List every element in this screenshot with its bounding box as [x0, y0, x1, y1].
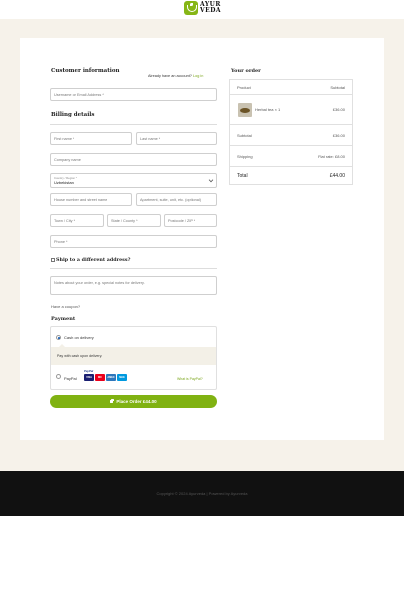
- site-footer: Copyright © 2024 Ayurveda | Powered by A…: [0, 471, 404, 516]
- chevron-down-icon: [208, 177, 214, 183]
- subtotal-col-header: Subtotal: [330, 85, 345, 90]
- ship-different-checkbox[interactable]: [51, 258, 55, 262]
- coupon-link[interactable]: Have a coupon?: [51, 304, 80, 309]
- site-header: AYUR VEDA: [0, 0, 404, 19]
- subtotal-row: Subtotal £36.00: [230, 125, 352, 146]
- paypal-logo: PayPal: [84, 369, 94, 373]
- postcode-field[interactable]: Postcode / ZIP *: [164, 214, 217, 227]
- paypal-radio[interactable]: [56, 374, 61, 379]
- place-order-label: Place Order £44.00: [116, 399, 157, 404]
- amex-icon: AMEX: [106, 374, 116, 381]
- order-item-row: Herbal tea × 1 £36.00: [230, 95, 352, 125]
- total-row: Total £44.00: [230, 167, 352, 184]
- lock-icon: [110, 398, 114, 403]
- shipping-row: Shipping Flat rate: £8.00: [230, 146, 352, 167]
- subtotal-label: Subtotal: [237, 133, 252, 138]
- phone-field[interactable]: Phone *: [50, 235, 217, 248]
- product-col-header: Product: [237, 85, 251, 90]
- billing-title: Billing details: [51, 112, 95, 118]
- customer-info-title: Customer information: [51, 68, 120, 74]
- visa-icon: VISA: [84, 374, 94, 381]
- cod-description-box: Pay with cash upon delivery.: [51, 344, 216, 365]
- paypal-label[interactable]: PayPal: [64, 376, 77, 381]
- cod-radio[interactable]: [56, 335, 61, 340]
- cod-description: Pay with cash upon delivery.: [57, 354, 103, 358]
- product-thumbnail: [238, 103, 252, 117]
- billing-divider: [50, 124, 217, 125]
- login-link[interactable]: Log in: [193, 74, 203, 78]
- logo-text-line2: VEDA: [200, 7, 222, 14]
- what-is-paypal-link[interactable]: What is PayPal?: [177, 377, 203, 381]
- leaf-bowl-icon: [184, 1, 198, 15]
- subtotal-value: £36.00: [332, 133, 345, 138]
- town-field[interactable]: Town / City *: [50, 214, 104, 227]
- order-notes-field[interactable]: Notes about your order, e.g. special not…: [50, 276, 217, 295]
- state-field[interactable]: State / County *: [107, 214, 161, 227]
- apartment-field[interactable]: Apartment, suite, unit, etc. (optional): [136, 193, 217, 206]
- cod-label[interactable]: Cash on delivery: [64, 335, 94, 340]
- order-header-row: Product Subtotal: [230, 80, 352, 95]
- order-item-name: Herbal tea × 1: [255, 107, 281, 112]
- street-field[interactable]: House number and street name: [50, 193, 132, 206]
- company-field[interactable]: Company name: [50, 153, 217, 166]
- maestro-icon: MAE: [117, 374, 127, 381]
- shipping-value: Flat rate: £8.00: [318, 154, 345, 159]
- site-logo[interactable]: AYUR VEDA: [184, 1, 221, 15]
- order-item-price: £36.00: [332, 107, 345, 112]
- your-order-title: Your order: [231, 68, 261, 74]
- total-label: Total: [237, 173, 248, 179]
- ship-divider: [50, 268, 217, 269]
- card-logos: VISA MC AMEX MAE: [84, 374, 127, 381]
- country-select[interactable]: Country / Region * Uzbekistan: [50, 173, 217, 188]
- payment-methods: Cash on delivery Pay with cash upon deli…: [50, 326, 217, 390]
- shipping-label: Shipping: [237, 154, 253, 159]
- first-name-field[interactable]: First name *: [50, 132, 132, 145]
- footer-copyright: Copyright © 2024 Ayurveda | Powered by A…: [156, 491, 248, 496]
- have-account-text: Already have an account? Log in: [148, 74, 204, 78]
- order-summary: Product Subtotal Herbal tea × 1 £36.00 S…: [229, 79, 353, 185]
- last-name-field[interactable]: Last name *: [136, 132, 217, 145]
- total-value: £44.00: [329, 173, 345, 179]
- mastercard-icon: MC: [95, 374, 105, 381]
- ship-different-label: Ship to a different address?: [56, 257, 131, 263]
- place-order-button[interactable]: Place Order £44.00: [50, 395, 217, 408]
- username-field[interactable]: Username or Email Address *: [50, 88, 217, 101]
- payment-title: Payment: [51, 316, 76, 322]
